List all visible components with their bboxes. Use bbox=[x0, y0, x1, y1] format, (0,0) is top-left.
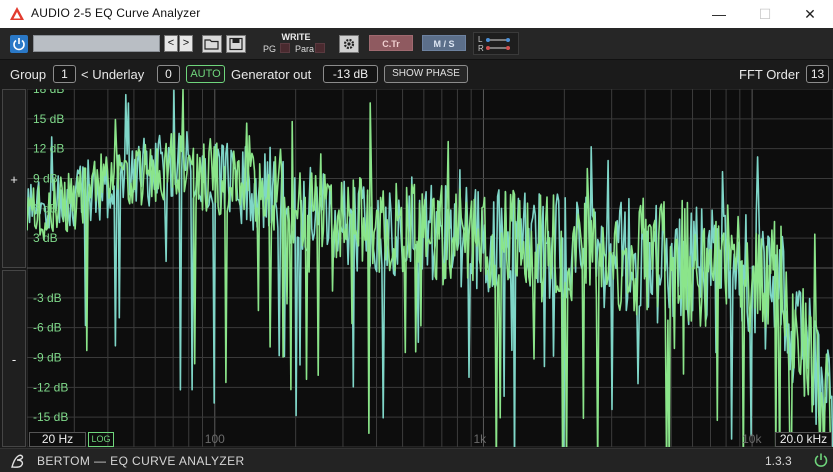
settings-button[interactable] bbox=[339, 35, 359, 53]
pg-label: PG bbox=[263, 44, 277, 54]
min-frequency-field[interactable]: 20 Hz bbox=[29, 432, 86, 447]
fft-order-field[interactable]: 13 bbox=[806, 65, 829, 83]
power-button[interactable] bbox=[10, 35, 28, 53]
power-icon bbox=[13, 38, 25, 51]
mid-side-button[interactable]: M / S bbox=[422, 35, 466, 51]
frequency-axis-label: 1k bbox=[473, 432, 487, 446]
fft-order-label: FFT Order bbox=[739, 67, 800, 82]
db-axis-label: 12 dB bbox=[33, 142, 64, 156]
prev-preset-button[interactable]: < bbox=[164, 35, 178, 52]
db-axis-label: -12 dB bbox=[33, 380, 68, 394]
plugin-toolbar: < > WRITE PG Para C.Tr M / S L R bbox=[0, 28, 833, 60]
generator-out-field[interactable]: -13 dB bbox=[323, 65, 378, 83]
zoom-in-button[interactable]: + bbox=[2, 89, 26, 268]
preset-name-field[interactable] bbox=[33, 35, 160, 52]
db-axis-label: 18 dB bbox=[33, 89, 64, 96]
max-frequency-field[interactable]: 20.0 kHz bbox=[775, 432, 832, 447]
write-label: WRITE bbox=[281, 32, 311, 42]
frequency-axis-label: 10k bbox=[742, 432, 762, 446]
window-title-bar: AUDIO 2-5 EQ Curve Analyzer — ☐ ✕ bbox=[0, 0, 833, 28]
open-preset-button[interactable] bbox=[202, 35, 222, 53]
ctr-button[interactable]: C.Tr bbox=[369, 35, 413, 51]
minimize-button[interactable]: — bbox=[696, 0, 742, 28]
group-label: Group bbox=[10, 67, 47, 82]
channel-routing-selector[interactable]: L R bbox=[473, 32, 519, 55]
db-axis-label: -9 dB bbox=[33, 351, 62, 365]
brand-label: BERTOM — EQ CURVE ANALYZER bbox=[37, 454, 245, 468]
window-title: AUDIO 2-5 EQ Curve Analyzer bbox=[31, 6, 201, 20]
group-value-field[interactable]: 1 bbox=[53, 65, 76, 83]
para-write-toggle[interactable] bbox=[315, 43, 325, 53]
db-axis-label: 3 dB bbox=[33, 231, 58, 245]
db-axis-label: 9 dB bbox=[33, 172, 58, 186]
db-axis-label: -3 dB bbox=[33, 291, 62, 305]
channel-routing-icon bbox=[486, 38, 510, 50]
db-axis-label: -15 dB bbox=[33, 410, 68, 424]
auto-button[interactable]: AUTO bbox=[186, 65, 225, 83]
eq-curve-graph[interactable]: 18 dB 15 dB 12 dB 9 dB 6 dB 3 dB -3 dB -6 dB -9 … bbox=[27, 89, 833, 447]
save-preset-button[interactable] bbox=[226, 35, 246, 53]
app-logo-icon bbox=[10, 7, 24, 20]
version-label: 1.3.3 bbox=[765, 454, 792, 468]
underlay-value-field[interactable]: 0 bbox=[157, 65, 180, 83]
log-scale-button[interactable]: LOG bbox=[88, 432, 114, 447]
zoom-out-button[interactable]: - bbox=[2, 270, 26, 447]
folder-icon bbox=[204, 39, 219, 50]
plugin-footer: BERTOM — EQ CURVE ANALYZER 1.3.3 bbox=[0, 448, 833, 472]
generator-out-label: Generator out bbox=[231, 67, 312, 82]
close-button[interactable]: ✕ bbox=[787, 0, 833, 28]
analyzer-controls-row: Group 1 < Underlay 0 AUTO Generator out … bbox=[0, 61, 833, 89]
save-icon bbox=[229, 37, 243, 51]
bypass-power-icon[interactable] bbox=[813, 452, 829, 468]
underlay-label: < Underlay bbox=[81, 67, 145, 82]
para-label: Para bbox=[295, 44, 315, 54]
db-axis-label: 6 dB bbox=[33, 201, 58, 215]
bertom-logo-icon bbox=[11, 454, 24, 468]
frequency-axis-label: 100 bbox=[205, 432, 225, 446]
db-axis-label: -6 dB bbox=[33, 321, 62, 335]
db-axis-label: 15 dB bbox=[33, 112, 64, 126]
maximize-button[interactable]: ☐ bbox=[742, 0, 788, 28]
zoom-strip: + - bbox=[0, 89, 27, 447]
next-preset-button[interactable]: > bbox=[179, 35, 193, 52]
show-phase-button[interactable]: SHOW PHASE bbox=[384, 65, 468, 83]
pg-write-toggle[interactable] bbox=[280, 43, 290, 53]
gear-icon bbox=[343, 38, 355, 50]
